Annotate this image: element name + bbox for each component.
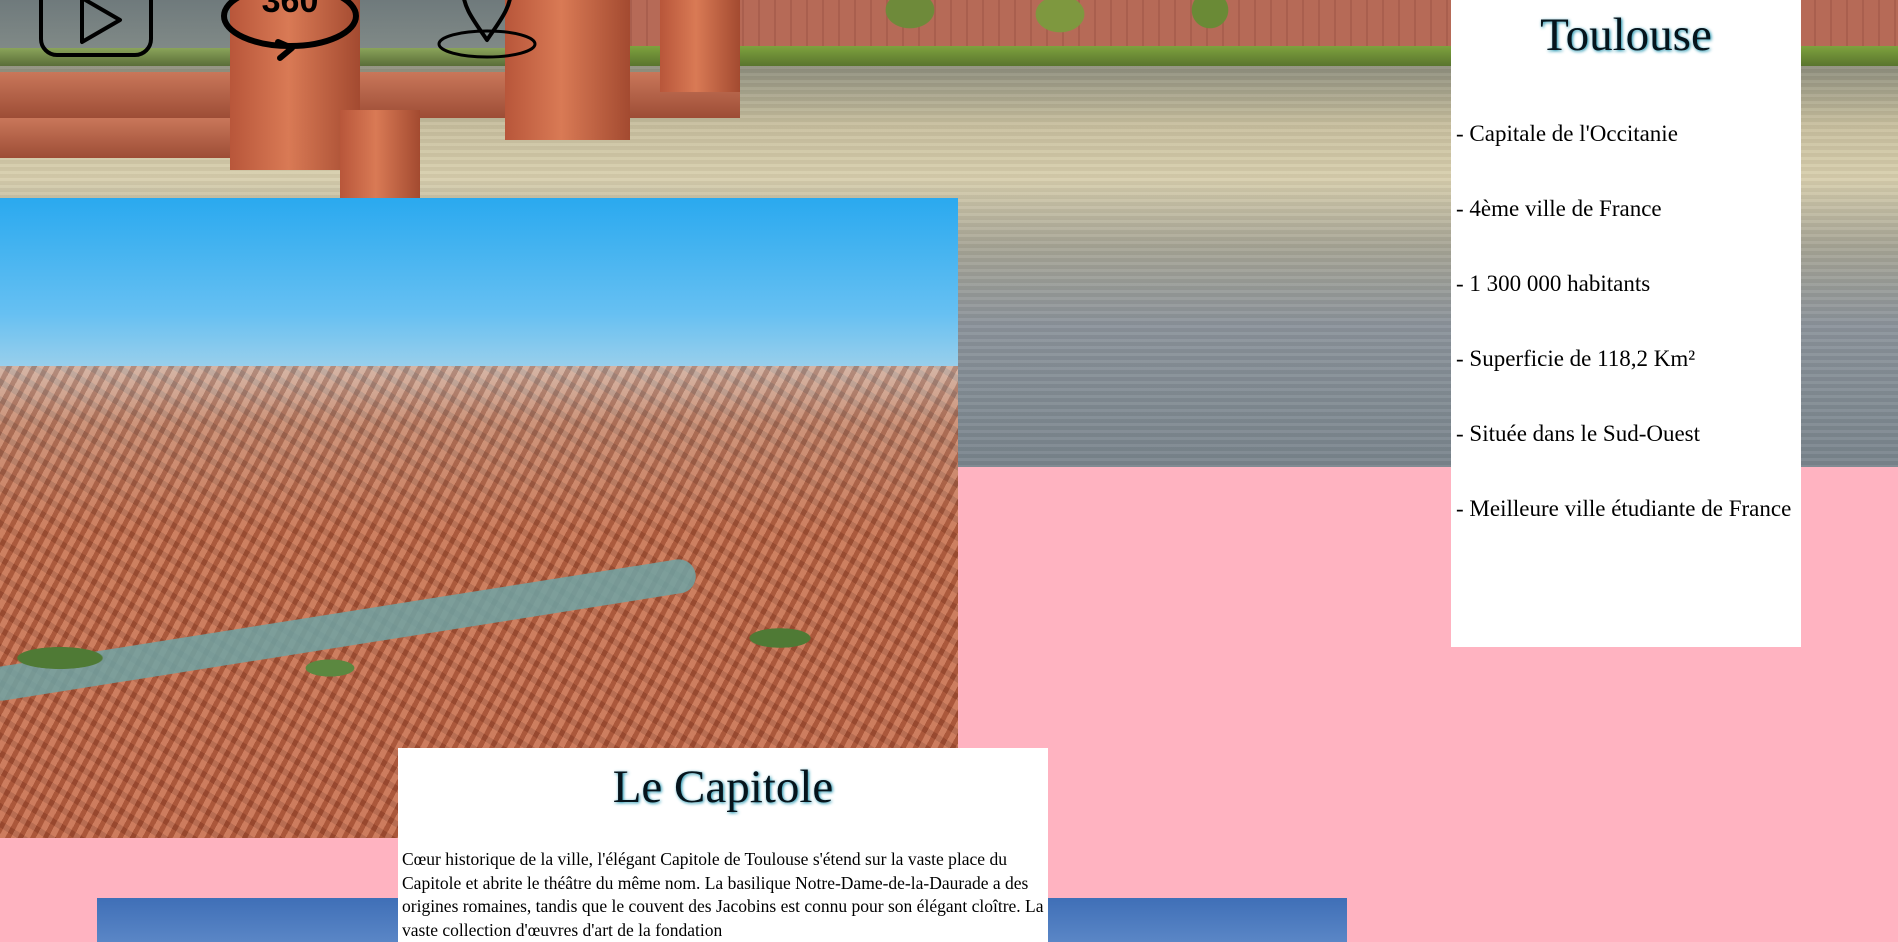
city-title: Toulouse — [1540, 9, 1712, 61]
fact-item: - Située dans le Sud-Ouest — [1456, 421, 1701, 446]
capitole-card: Le Capitole Cœur historique de la ville,… — [398, 748, 1048, 942]
fact-item: - 1 300 000 habitants — [1456, 271, 1651, 296]
capitole-title: Le Capitole — [612, 761, 834, 813]
fact-item: - Meilleure ville étudiante de France — [1456, 496, 1792, 521]
map-pin-icon[interactable] — [435, 0, 539, 65]
aerial-city-image — [0, 198, 958, 838]
fact-item: - 4ème ville de France — [1456, 196, 1662, 221]
riverbank-trees — [880, 0, 1280, 48]
bridge-pier — [660, 0, 740, 92]
360-view-label: 360 — [261, 0, 319, 20]
city-facts-list: - Capitale de l'Occitanie - 4ème ville d… — [1456, 120, 1796, 570]
360-view-icon[interactable]: 360 — [220, 0, 360, 64]
capitole-description: Cœur historique de la ville, l'élégant C… — [402, 849, 1044, 940]
city-trees — [0, 628, 958, 688]
fact-item: - Capitale de l'Occitanie — [1456, 121, 1678, 146]
toulouse-info-card: Toulouse - Capitale de l'Occitanie - 4èm… — [1451, 0, 1801, 647]
fact-item: - Superficie de 118,2 Km² — [1456, 346, 1696, 371]
bridge-pier — [340, 110, 420, 198]
video-play-icon[interactable] — [38, 0, 154, 63]
